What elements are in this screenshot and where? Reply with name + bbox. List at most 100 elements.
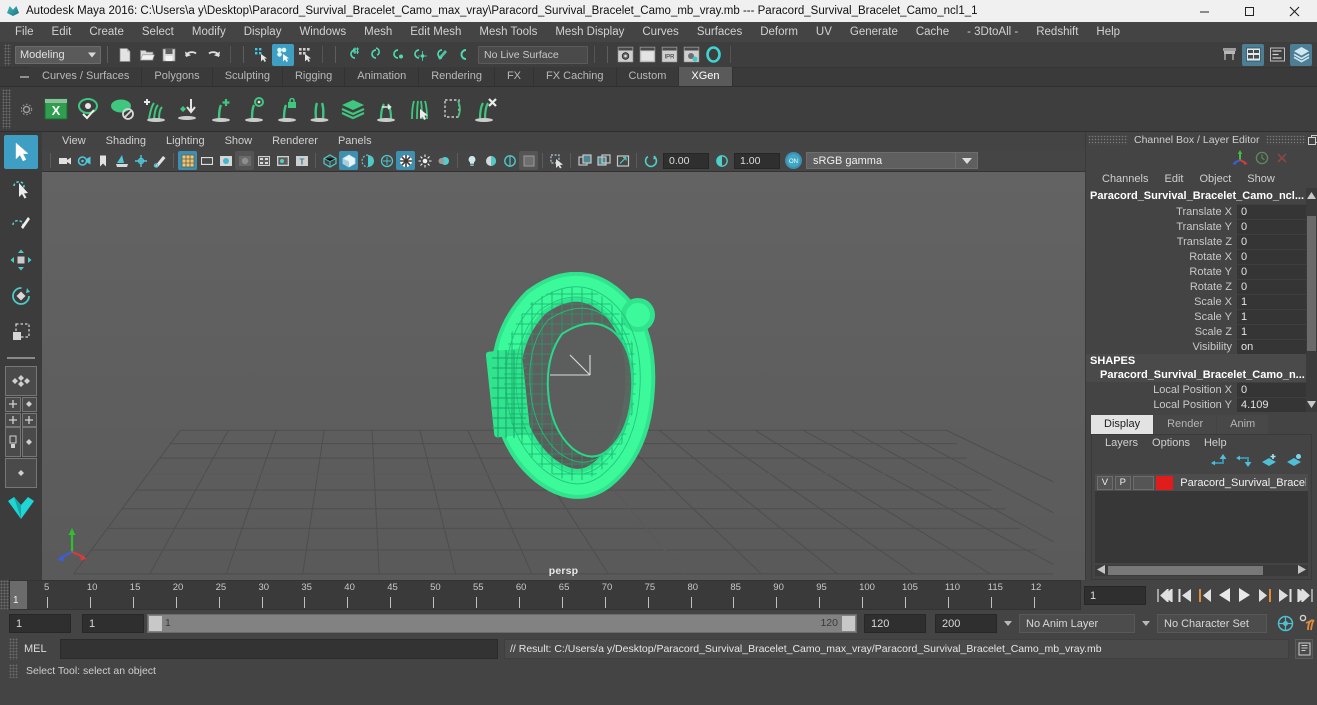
menu-uv[interactable]: UV: [807, 22, 841, 42]
step-back-frame-button[interactable]: [1195, 584, 1214, 606]
xgen-window-icon[interactable]: X: [39, 91, 72, 127]
shelf-tab-polygons[interactable]: Polygons: [142, 67, 213, 86]
playback-end-time-field[interactable]: 120: [864, 613, 926, 633]
bookmark-icon[interactable]: [93, 151, 112, 170]
layer-list-horizontal-scrollbar[interactable]: [1095, 564, 1308, 577]
animation-end-time-field[interactable]: 200: [935, 613, 997, 633]
select-tool-button[interactable]: [4, 135, 38, 169]
scroll-up-arrow-icon[interactable]: [1307, 190, 1316, 201]
channel-value[interactable]: 0: [1237, 382, 1317, 397]
exposure-field[interactable]: 0.00: [663, 152, 709, 169]
character-set-selector[interactable]: No Character Set: [1157, 613, 1267, 633]
channel-row-local-position-y[interactable]: Local Position Y 4.109: [1086, 397, 1317, 412]
shelf-tab-rigging[interactable]: Rigging: [282, 67, 346, 86]
range-start-handle[interactable]: [149, 615, 162, 631]
layer-menu-options[interactable]: Options: [1145, 435, 1197, 452]
rotate-tool-button[interactable]: [4, 279, 38, 313]
move-layer-up-icon[interactable]: [1211, 454, 1228, 470]
xgen-split-primitive-icon[interactable]: [303, 91, 336, 127]
channel-row-rotate-z[interactable]: Rotate Z 0: [1086, 279, 1317, 294]
gamma-reset-icon[interactable]: [712, 151, 731, 170]
layer-menu-help[interactable]: Help: [1197, 435, 1234, 452]
panel-drag-dots[interactable]: [1265, 135, 1306, 145]
shadows-toggle-icon[interactable]: [500, 151, 519, 170]
quad-layout-tr[interactable]: [21, 397, 37, 412]
viewport-resolution-gate-icon[interactable]: [613, 151, 632, 170]
channel-row-visibility[interactable]: Visibility on: [1086, 339, 1317, 354]
layer-list[interactable]: V P Paracord_Survival_Bracel: [1095, 474, 1308, 563]
shelf-tab-fx-caching[interactable]: FX Caching: [534, 67, 617, 86]
channel-box-scrollbar[interactable]: [1306, 188, 1317, 412]
multisample-anti-aliasing-icon[interactable]: [254, 151, 273, 170]
shelf-grip[interactable]: [2, 89, 11, 129]
xgen-import-icon[interactable]: [171, 91, 204, 127]
menu-generate[interactable]: Generate: [841, 22, 907, 42]
paint-select-tool-button[interactable]: [4, 207, 38, 241]
animation-preferences-settings-icon[interactable]: [1298, 612, 1317, 634]
smooth-shade-all-icon[interactable]: [339, 151, 358, 170]
shelf-collapse-handle[interactable]: [18, 67, 30, 86]
scale-tool-button[interactable]: [4, 315, 38, 349]
channel-value[interactable]: 0: [1237, 219, 1317, 234]
layer-tab-render[interactable]: Render: [1154, 415, 1217, 434]
show-hide-attribute-editor-icon[interactable]: [1242, 43, 1264, 66]
show-hide-channel-box-icon[interactable]: [1290, 43, 1312, 66]
xgen-region-select-icon[interactable]: [435, 91, 468, 127]
live-surface-field[interactable]: No Live Surface: [478, 45, 588, 64]
menu-cache[interactable]: Cache: [907, 22, 958, 42]
channel-value[interactable]: 0: [1237, 204, 1317, 219]
image-plane-icon[interactable]: [112, 151, 131, 170]
xray-joints-icon[interactable]: [415, 151, 434, 170]
channel-box-scroll-thumb[interactable]: [1307, 216, 1316, 351]
channel-row-scale-x[interactable]: Scale X 1: [1086, 294, 1317, 309]
xgen-layers-icon[interactable]: [336, 91, 369, 127]
scroll-left-arrow-icon[interactable]: [1097, 564, 1105, 577]
channel-box-menu-edit[interactable]: Edit: [1156, 170, 1191, 188]
scroll-right-arrow-icon[interactable]: [1298, 564, 1306, 577]
undo-icon[interactable]: [180, 44, 202, 66]
maximize-button[interactable]: [1227, 0, 1272, 22]
use-default-lighting-icon[interactable]: [481, 151, 500, 170]
layer-menu-layers[interactable]: Layers: [1098, 435, 1145, 452]
scroll-down-arrow-icon[interactable]: [1307, 399, 1316, 410]
step-forward-keyframe-button[interactable]: [1275, 584, 1294, 606]
shelf-tab-sculpting[interactable]: Sculpting: [212, 67, 283, 86]
channel-row-rotate-y[interactable]: Rotate Y 0: [1086, 264, 1317, 279]
layer-tab-display[interactable]: Display: [1091, 415, 1154, 434]
xgen-add-primitive-icon[interactable]: [204, 91, 237, 127]
go-to-end-button[interactable]: [1295, 584, 1314, 606]
minimize-button[interactable]: [1182, 0, 1227, 22]
close-button[interactable]: [1272, 0, 1317, 22]
color-profile-dropdown-arrow[interactable]: [956, 152, 978, 169]
shelf-tab-curves-surfaces[interactable]: Curves / Surfaces: [30, 67, 143, 86]
layer-scroll-thumb[interactable]: [1108, 566, 1263, 575]
single-view-layout-button[interactable]: [5, 458, 37, 488]
channel-value[interactable]: on: [1237, 339, 1317, 354]
split-layout-buttons[interactable]: [5, 427, 37, 457]
redo-render-icon[interactable]: [636, 44, 658, 66]
statusline-grip[interactable]: [4, 43, 11, 66]
snap-to-view-plane-icon[interactable]: [430, 44, 452, 66]
menu-file[interactable]: File: [6, 22, 43, 42]
animation-preferences-icon[interactable]: [1276, 612, 1295, 634]
new-scene-icon[interactable]: [114, 44, 136, 66]
channel-row-translate-z[interactable]: Translate Z 0: [1086, 234, 1317, 249]
show-hide-tool-settings-icon[interactable]: [1266, 44, 1288, 66]
playback-options-dropdown[interactable]: [1000, 614, 1016, 633]
film-gate-icon[interactable]: [197, 151, 216, 170]
time-slider[interactable]: 1 5 10 15 20 25 30 35 40 45 50 55 60 65 70 75 80 85 90 95 1…: [9, 580, 1081, 610]
menu-surfaces[interactable]: Surfaces: [688, 22, 751, 42]
xgen-select-guides-icon[interactable]: [402, 91, 435, 127]
script-editor-button[interactable]: [1295, 639, 1313, 659]
select-components-icon[interactable]: [547, 151, 566, 170]
playback-range-slider[interactable]: 1 120: [147, 613, 857, 633]
split-layout-right[interactable]: [21, 427, 37, 457]
viewport-menu-lighting[interactable]: Lighting: [156, 132, 215, 150]
menu-set-selector[interactable]: Modeling: [15, 45, 101, 64]
xgen-preview-icon[interactable]: [72, 91, 105, 127]
viewport-menu-show[interactable]: Show: [215, 132, 263, 150]
shelf-options-gear-icon[interactable]: [13, 103, 39, 116]
viewport-snapshot-copy-icon[interactable]: [594, 151, 613, 170]
viewport-menu-panels[interactable]: Panels: [328, 132, 382, 150]
move-tool-button[interactable]: [4, 243, 38, 277]
